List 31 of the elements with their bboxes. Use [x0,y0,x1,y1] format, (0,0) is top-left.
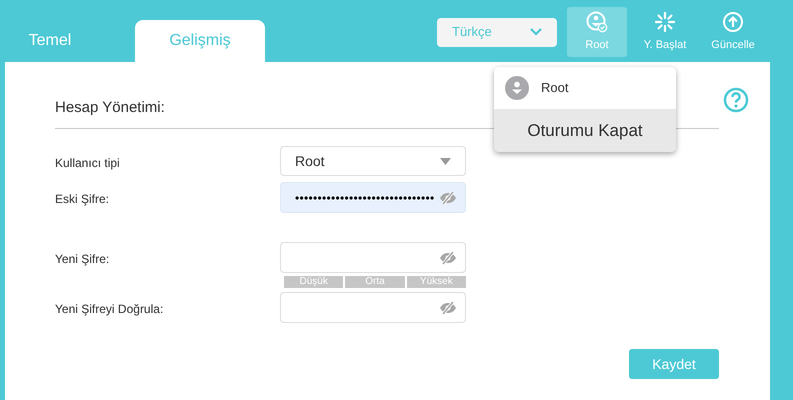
language-dropdown[interactable]: Türkçe [437,18,557,46]
strength-segment: Orta [345,276,405,288]
password-field[interactable]: ••••••••••••••••••••••••••••••• [280,182,466,213]
caret-icon [440,158,451,164]
chevron-icon [530,28,542,36]
section-title: Hesap Yönetimi: [55,99,165,116]
password-field[interactable] [280,292,466,323]
logout-menu-item[interactable]: Oturumu Kapat [494,109,676,152]
eye-slash-icon[interactable] [439,300,457,314]
toolbar-button[interactable]: Güncelle [703,7,763,57]
help-icon[interactable] [723,87,749,113]
field-label: Yeni Şifre: [55,251,110,268]
strength-segment: Yüksek [406,276,466,288]
tab[interactable]: Gelişmiş [135,20,265,62]
save-button[interactable]: Kaydet [629,349,719,379]
user-type-select[interactable]: Root [280,146,466,176]
toolbar-button[interactable]: Root [567,7,627,57]
user-name: Root [541,79,568,98]
strength-segment: Düşük [284,276,344,288]
upload-icon [722,10,744,33]
toolbar-button[interactable]: Y. Başlat [635,7,695,57]
password-field[interactable] [280,242,466,273]
eye-slash-icon[interactable] [439,250,457,264]
field-label: Eski Şifre: [55,191,110,208]
eye-slash-icon[interactable] [439,190,457,204]
field-label: Yeni Şifreyi Doğrula: [55,301,164,318]
field-label: Kullanıcı tipi [55,155,121,172]
avatar-icon [505,76,529,100]
tab[interactable]: Temel [5,20,95,62]
user-check-icon [586,10,608,33]
spinner-icon [654,10,676,33]
